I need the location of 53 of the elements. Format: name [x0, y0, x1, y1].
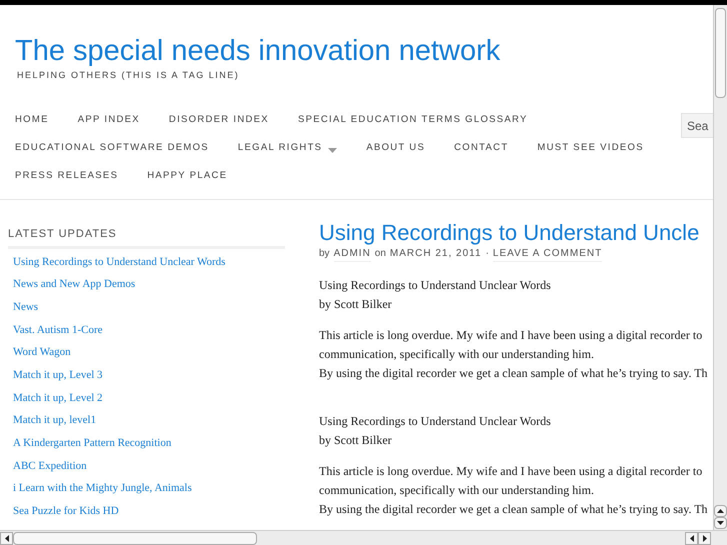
body-text-line: by Scott Bilker — [319, 432, 393, 449]
sidebar-link[interactable]: Word Wagon — [13, 345, 71, 360]
nav-link[interactable]: LEGAL RIGHTS — [238, 142, 322, 154]
nav-link[interactable]: APP INDEX — [78, 114, 140, 126]
sidebar-link[interactable]: ABC Expedition — [13, 458, 87, 473]
scroll-right-icon[interactable] — [698, 532, 711, 544]
scroll-left-icon[interactable] — [685, 532, 698, 544]
body-text-line: Using Recordings to Understand Unclear Words — [319, 413, 552, 430]
body-text-line: By using the digital recorder we get a clean sample of what he’s trying to say. Th — [319, 501, 709, 518]
comment-link[interactable]: LEAVE A COMMENT — [492, 246, 602, 262]
vertical-scrollbar[interactable] — [713, 5, 727, 530]
sidebar-link[interactable]: Match it up, Level 2 — [13, 390, 103, 405]
nav-link[interactable]: PRESS RELEASES — [15, 170, 118, 182]
body-text-line: communication, specifically with our understanding him. — [319, 482, 595, 499]
scroll-up-icon[interactable] — [714, 505, 727, 517]
sidebar-link[interactable]: Vast. Autism 1-Core — [13, 322, 103, 337]
meta-separator: · — [486, 247, 489, 261]
sidebar-link[interactable]: Using Recordings to Understand Unclear Words — [13, 254, 226, 268]
author-link[interactable]: ADMIN — [334, 246, 371, 262]
body-text-line: By using the digital recorder we get a clean sample of what he’s trying to say. Th — [319, 365, 709, 382]
body-text-line: communication, specifically with our understanding him. — [319, 346, 595, 363]
nav-link[interactable]: DISORDER INDEX — [168, 114, 269, 126]
meta-text: by — [319, 247, 330, 261]
sidebar-link[interactable]: News and New App Demos — [13, 277, 136, 292]
site-title[interactable]: The special needs innovation network — [15, 33, 713, 69]
nav-link[interactable]: EDUCATIONAL SOFTWARE DEMOS — [15, 142, 209, 154]
nav-link[interactable]: MUST SEE VIDEOS — [537, 142, 644, 154]
body-text-line: This article is long overdue. My wife and I have been using a digital recorder to — [319, 327, 704, 344]
search-field[interactable]: Sea — [681, 113, 713, 138]
sidebar-link[interactable]: Sea Puzzle for Kids HD — [13, 504, 119, 518]
nav-link[interactable]: SPECIAL EDUCATION TERMS GLOSSARY — [298, 114, 528, 126]
scroll-thumb[interactable] — [13, 532, 257, 544]
scroll-left-icon[interactable] — [0, 532, 13, 544]
post-title[interactable]: Using Recordings to Understand Uncle — [319, 220, 713, 246]
body-text-line: by Scott Bilker — [319, 296, 393, 313]
sidebar-link[interactable]: Match it up, level1 — [13, 413, 96, 428]
sidebar-heading: LATEST UPDATES — [8, 226, 285, 248]
site-tagline: HELPING OTHERS (THIS IS A TAG LINE) — [16, 69, 240, 82]
scroll-thumb[interactable] — [715, 8, 726, 98]
horizontal-scrollbar[interactable] — [0, 530, 727, 545]
body-text-line: Using Recordings to Understand Unclear Words — [319, 277, 552, 294]
nav-link[interactable]: HOME — [15, 114, 49, 126]
meta-text: on — [374, 247, 386, 261]
scroll-down-icon[interactable] — [714, 517, 727, 529]
sidebar-link[interactable]: A Kindergarten Pattern Recognition — [13, 436, 172, 450]
post-date: MARCH 21, 2011 — [390, 247, 482, 261]
sidebar-link[interactable]: Match it up, Level 3 — [13, 368, 103, 382]
sidebar-link[interactable]: News — [13, 300, 38, 314]
nav-link[interactable]: HAPPY PLACE — [147, 170, 228, 182]
sidebar-link[interactable]: i Learn with the Mighty Jungle, Animals — [13, 481, 192, 496]
nav-link[interactable]: ABOUT US — [366, 142, 426, 154]
nav-link[interactable]: CONTACT — [454, 142, 508, 154]
body-text-line: This article is long overdue. My wife and I have been using a digital recorder to — [319, 463, 704, 480]
